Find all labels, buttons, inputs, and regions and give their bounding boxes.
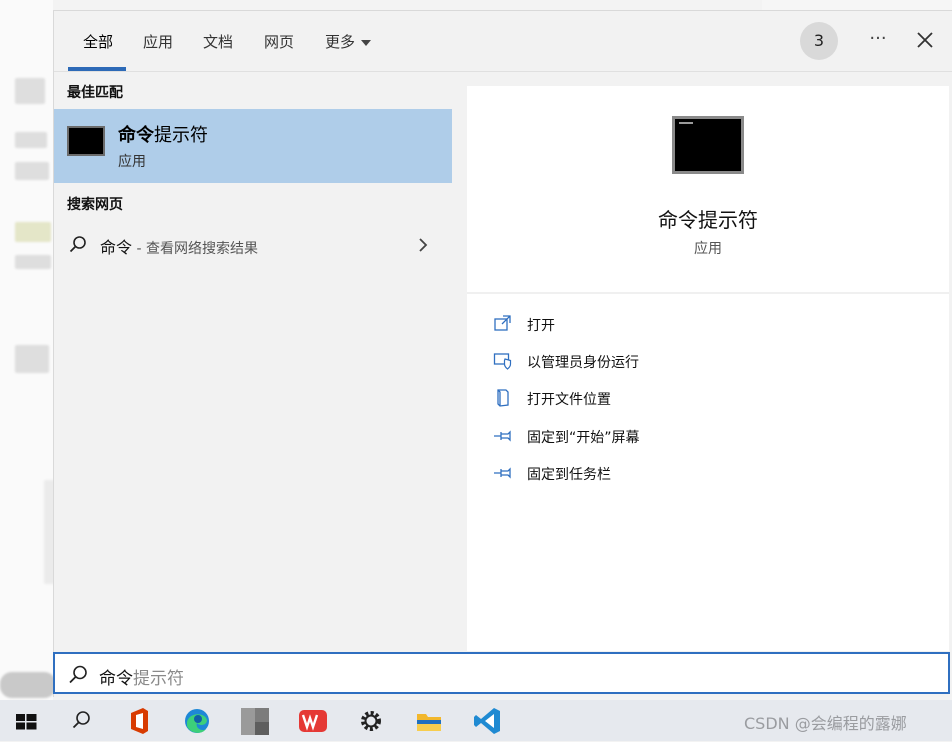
app-icon[interactable] xyxy=(238,704,272,738)
taskbar: CSDN @会编程的露娜 xyxy=(0,700,952,741)
tab-documents[interactable]: 文档 xyxy=(203,31,233,52)
results-list: 最佳匹配 命令提示符 应用 搜索网页 命令 - 查看网络搜索结果 xyxy=(54,72,453,652)
blurred-background xyxy=(15,345,49,373)
search-box[interactable]: 命令提示符 xyxy=(53,652,950,694)
web-search-text: 命令 - 查看网络搜索结果 xyxy=(100,238,258,257)
pin-icon xyxy=(493,426,513,446)
search-typed-text: 命令 xyxy=(99,669,133,689)
search-panel: 全部 应用 文档 网页 更多 3 ··· 最佳匹配 命令提示符 应用 搜索网页 … xyxy=(53,10,952,697)
blurred-background xyxy=(15,78,45,104)
search-suggestion-text: 提示符 xyxy=(133,669,184,689)
rewards-badge[interactable]: 3 xyxy=(800,22,838,60)
action-open-file-location-label: 打开文件位置 xyxy=(527,392,611,408)
blurred-background xyxy=(15,255,51,269)
wps-icon[interactable] xyxy=(296,704,330,738)
tab-apps[interactable]: 应用 xyxy=(143,31,173,52)
tab-bar: 全部 应用 文档 网页 更多 3 ··· xyxy=(54,11,952,72)
search-icon[interactable] xyxy=(64,704,98,738)
blurred-background xyxy=(0,672,56,698)
details-pane: 命令提示符 应用 打开 以管理员身份运行 打开文件位置 固定到“开始”屏幕 固定… xyxy=(467,86,949,651)
blurred-background xyxy=(15,222,51,242)
active-tab-indicator xyxy=(68,67,126,71)
best-match-item[interactable]: 命令提示符 应用 xyxy=(54,109,452,183)
windows-start-icon[interactable] xyxy=(9,704,43,738)
details-title: 命令提示符 xyxy=(658,208,758,232)
search-input[interactable]: 命令提示符 xyxy=(99,664,184,689)
watermark-text: CSDN @会编程的露娜 xyxy=(744,714,907,733)
action-open-label: 打开 xyxy=(527,318,555,334)
file-explorer-icon[interactable] xyxy=(412,704,446,738)
search-icon xyxy=(68,235,88,255)
web-search-item[interactable]: 命令 - 查看网络搜索结果 xyxy=(54,225,452,265)
action-open[interactable]: 打开 xyxy=(493,310,913,340)
settings-icon[interactable] xyxy=(354,704,388,738)
command-prompt-icon xyxy=(67,126,105,156)
action-open-file-location[interactable]: 打开文件位置 xyxy=(493,384,913,414)
search-web-heading: 搜索网页 xyxy=(67,197,123,213)
action-run-as-admin-label: 以管理员身份运行 xyxy=(527,355,639,371)
vscode-icon[interactable] xyxy=(470,704,504,738)
action-pin-to-taskbar-label: 固定到任务栏 xyxy=(527,467,611,483)
search-icon xyxy=(67,664,89,686)
chevron-right-icon[interactable] xyxy=(416,235,430,255)
pin-icon xyxy=(493,463,513,483)
blurred-background xyxy=(15,162,49,180)
action-pin-to-start-label: 固定到“开始”屏幕 xyxy=(527,430,640,446)
tab-all[interactable]: 全部 xyxy=(83,31,113,52)
details-header: 命令提示符 应用 xyxy=(467,86,949,294)
tab-more-label: 更多 xyxy=(325,33,356,51)
tab-web[interactable]: 网页 xyxy=(264,31,294,52)
office-icon[interactable] xyxy=(122,704,156,738)
blurred-background xyxy=(15,132,47,148)
best-match-subtitle: 应用 xyxy=(118,154,146,170)
chevron-down-icon xyxy=(361,39,372,46)
best-match-title: 命令提示符 xyxy=(118,125,208,146)
command-prompt-large-icon xyxy=(672,116,744,174)
open-icon xyxy=(493,314,513,334)
best-match-heading: 最佳匹配 xyxy=(67,85,123,101)
action-run-as-admin[interactable]: 以管理员身份运行 xyxy=(493,347,913,377)
ellipsis-icon[interactable]: ··· xyxy=(864,25,892,55)
action-pin-to-start[interactable]: 固定到“开始”屏幕 xyxy=(493,422,913,452)
details-subtitle: 应用 xyxy=(694,241,722,257)
action-pin-to-taskbar[interactable]: 固定到任务栏 xyxy=(493,459,913,489)
tab-more[interactable]: 更多 xyxy=(325,31,372,52)
edge-icon[interactable] xyxy=(180,704,214,738)
close-icon[interactable] xyxy=(912,27,938,53)
file-location-icon xyxy=(493,388,513,408)
shield-icon xyxy=(493,351,513,371)
